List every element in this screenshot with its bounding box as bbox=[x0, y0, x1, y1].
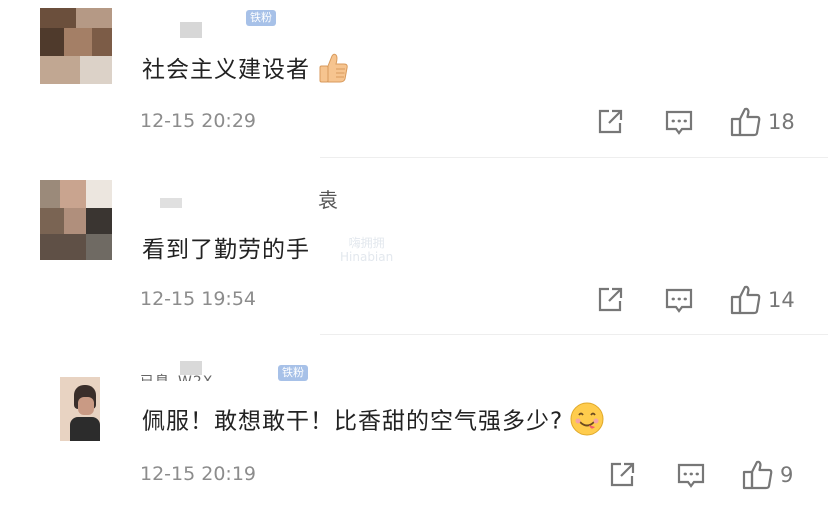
comment-icon bbox=[677, 463, 705, 488]
thumbs-up-icon bbox=[730, 285, 761, 315]
share-icon bbox=[598, 109, 623, 134]
fan-badge: 铁粉 bbox=[246, 10, 276, 26]
comment-text: 社会主义建设者 bbox=[142, 50, 350, 90]
divider bbox=[320, 157, 828, 158]
comment-icon bbox=[665, 110, 693, 135]
like-button[interactable]: 14 bbox=[730, 284, 795, 316]
share-icon bbox=[610, 462, 635, 487]
like-count: 9 bbox=[780, 463, 794, 487]
like-button[interactable]: 9 bbox=[742, 459, 793, 491]
thumbs-up-icon bbox=[742, 460, 773, 490]
thumbs-up-icon bbox=[730, 107, 761, 137]
watermark-line1: 嗨拥拥 bbox=[348, 236, 385, 250]
comment-time: 12-15 19:54 bbox=[140, 288, 257, 310]
share-button[interactable] bbox=[596, 108, 624, 136]
share-icon bbox=[598, 287, 623, 312]
username-blurred[interactable] bbox=[180, 22, 202, 38]
comment-button[interactable] bbox=[664, 287, 694, 315]
username-fragment: 已臭_W2X bbox=[140, 371, 213, 381]
username-blurred[interactable] bbox=[160, 198, 182, 208]
avatar[interactable] bbox=[40, 180, 112, 260]
comment-text: 佩服！敢想敢干！比香甜的空气强多少? bbox=[142, 401, 605, 443]
comment-1: 铁粉 社会主义建设者 12-15 20:29 18 bbox=[0, 0, 828, 160]
comment-text: 看到了勤劳的手 bbox=[142, 237, 310, 263]
share-button[interactable] bbox=[608, 461, 636, 489]
comment-time: 12-15 20:19 bbox=[140, 463, 257, 485]
comment-time: 12-15 20:29 bbox=[140, 110, 257, 132]
like-count: 18 bbox=[768, 110, 795, 134]
watermark: 嗨拥拥 Hinabian bbox=[340, 236, 393, 264]
like-count: 14 bbox=[768, 288, 795, 312]
comment-icon bbox=[665, 288, 693, 313]
yummy-face-emoji-icon bbox=[569, 401, 605, 443]
fan-badge: 铁粉 bbox=[278, 365, 308, 381]
comment-text-label: 社会主义建设者 bbox=[142, 57, 310, 83]
comment-text-label: 佩服！敢想敢干！比香甜的空气强多少? bbox=[142, 408, 564, 435]
comment-2: 袁 看到了勤劳的手 嗨拥拥 Hinabian 12-15 19:54 14 bbox=[0, 160, 828, 335]
share-button[interactable] bbox=[596, 286, 624, 314]
username-fragment: 袁 bbox=[318, 188, 339, 212]
avatar[interactable] bbox=[60, 377, 100, 441]
comment-button[interactable] bbox=[664, 109, 694, 137]
like-button[interactable]: 18 bbox=[730, 106, 795, 138]
thumbs-up-emoji-icon bbox=[316, 52, 350, 90]
comment-3: 已臭_W2X 铁粉 佩服！敢想敢干！比香甜的空气强多少? 12-15 20:19 bbox=[0, 335, 828, 507]
comment-button[interactable] bbox=[676, 462, 706, 490]
avatar[interactable] bbox=[40, 8, 112, 84]
watermark-line2: Hinabian bbox=[340, 250, 394, 264]
